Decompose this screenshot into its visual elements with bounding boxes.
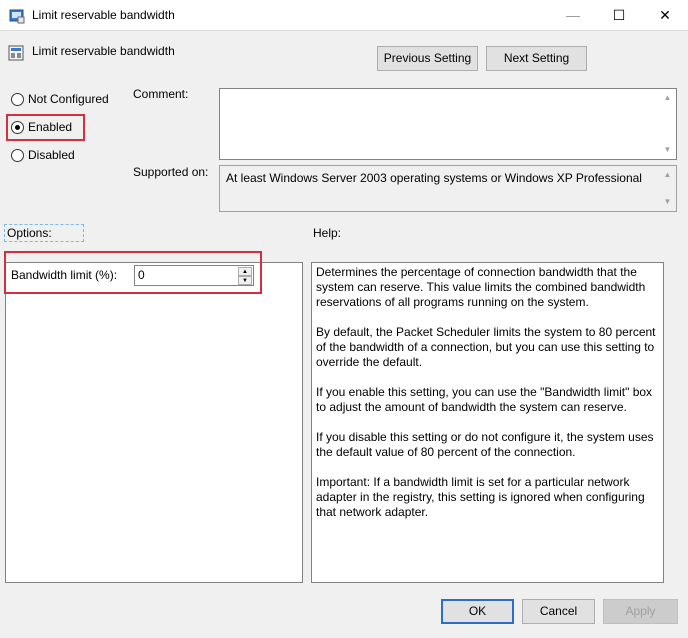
ok-button[interactable]: OK: [441, 599, 514, 624]
supported-on-label: Supported on:: [133, 165, 209, 179]
supported-on-field: At least Windows Server 2003 operating s…: [219, 165, 677, 212]
scroll-down-icon[interactable]: ▼: [659, 143, 676, 157]
setting-icon: [8, 45, 24, 61]
bandwidth-limit-spinbox[interactable]: 0 ▲ ▼: [134, 265, 254, 286]
scroll-up-icon[interactable]: ▲: [659, 168, 676, 182]
help-paragraph: If you enable this setting, you can use …: [316, 385, 653, 414]
help-paragraph: Determines the percentage of connection …: [316, 265, 646, 309]
scroll-up-icon[interactable]: ▲: [659, 91, 676, 105]
spin-down-icon[interactable]: ▼: [238, 276, 252, 285]
previous-setting-button[interactable]: Previous Setting: [377, 46, 478, 71]
help-paragraph: If you disable this setting or do not co…: [316, 430, 654, 459]
spin-up-icon[interactable]: ▲: [238, 267, 252, 276]
supported-on-value: At least Windows Server 2003 operating s…: [226, 171, 642, 185]
maximize-button[interactable]: ☐: [596, 0, 642, 31]
options-panel: [5, 262, 303, 583]
help-paragraph: By default, the Packet Scheduler limits …: [316, 325, 656, 369]
radio-circle[interactable]: [11, 121, 24, 134]
apply-button[interactable]: Apply: [603, 599, 678, 624]
help-paragraph: Important: If a bandwidth limit is set f…: [316, 475, 645, 519]
next-setting-button[interactable]: Next Setting: [486, 46, 587, 71]
radio-circle[interactable]: [11, 149, 24, 162]
not-configured-label: Not Configured: [28, 92, 109, 106]
supported-scrollbar[interactable]: ▲ ▼: [659, 166, 676, 211]
bandwidth-limit-label: Bandwidth limit (%):: [11, 268, 118, 282]
window-title: Limit reservable bandwidth: [32, 8, 175, 22]
disabled-radio[interactable]: Disabled: [11, 148, 91, 164]
title-bar: Limit reservable bandwidth — ☐ ✕: [0, 0, 688, 31]
radio-circle[interactable]: [11, 93, 24, 106]
not-configured-radio[interactable]: Not Configured: [11, 92, 131, 108]
setting-name: Limit reservable bandwidth: [32, 44, 175, 58]
close-button[interactable]: ✕: [642, 0, 688, 31]
comment-label: Comment:: [133, 87, 189, 101]
minimize-button[interactable]: —: [550, 0, 596, 31]
options-label: Options:: [7, 226, 52, 240]
help-panel: Determines the percentage of connection …: [311, 262, 664, 583]
comment-textarea[interactable]: ▲ ▼: [219, 88, 677, 160]
group-policy-icon: [9, 8, 25, 24]
cancel-button[interactable]: Cancel: [522, 599, 595, 624]
bandwidth-limit-input[interactable]: 0: [138, 268, 145, 282]
comment-scrollbar[interactable]: ▲ ▼: [659, 89, 676, 159]
enabled-label: Enabled: [28, 120, 73, 134]
enabled-radio[interactable]: Enabled: [11, 120, 81, 136]
help-label: Help:: [313, 226, 342, 240]
disabled-label: Disabled: [28, 148, 75, 162]
scroll-down-icon[interactable]: ▼: [659, 195, 676, 209]
